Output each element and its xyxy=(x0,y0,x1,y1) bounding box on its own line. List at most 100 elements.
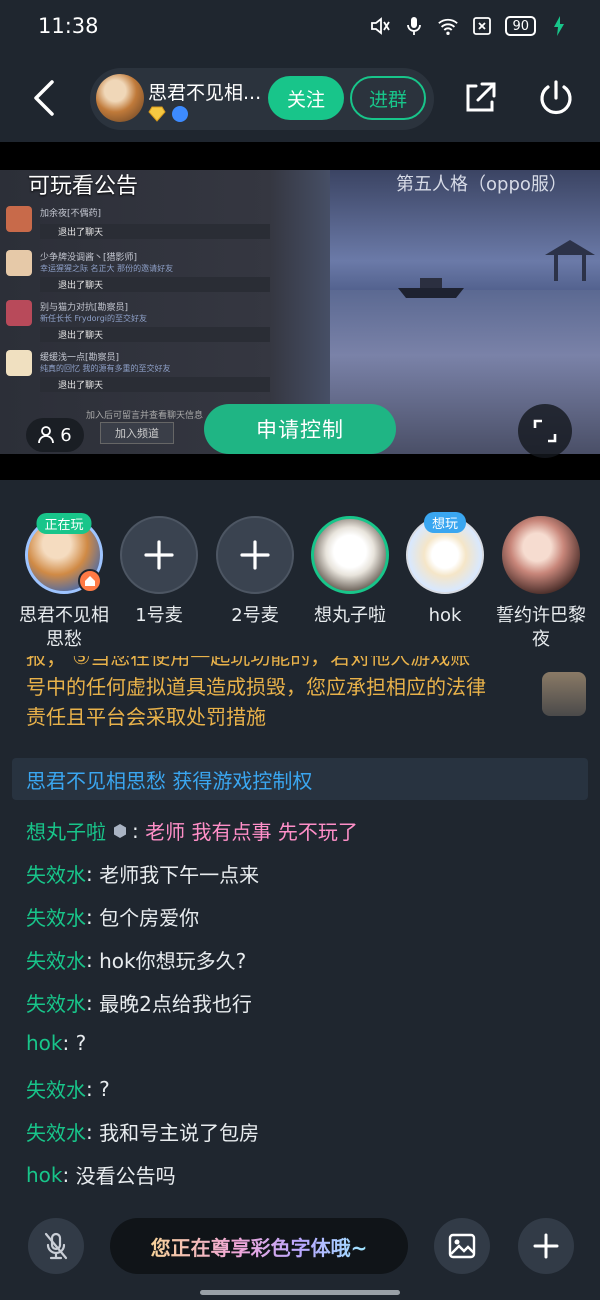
more-actions-button[interactable] xyxy=(518,1218,574,1274)
join-group-button[interactable]: 进群 xyxy=(350,76,426,120)
home-indicator[interactable] xyxy=(200,1290,400,1295)
message-text: ? xyxy=(75,1031,87,1055)
message-text: 老师 我有点事 先不玩了 xyxy=(145,820,358,844)
room-header: 思君不见相... 关注 进群 xyxy=(0,62,600,134)
mic-seats: 正在玩 思君不见相 思愁 1号麦 2号麦 想丸子啦 想玩 hok 誓约许巴黎 夜 xyxy=(0,512,600,662)
notice-line: 责任且平台会采取处罚措施 xyxy=(26,705,266,729)
chevron-left-icon xyxy=(34,80,54,116)
mute-icon xyxy=(369,16,391,36)
chat-input-placeholder: 您正在尊享彩色字体哦~ xyxy=(151,1232,368,1261)
message-text: 老师我下午一点来 xyxy=(99,863,260,887)
exit-notice: 退出了聊天 xyxy=(40,327,270,342)
chat-message: 想丸子啦 : 老师 我有点事 先不玩了 xyxy=(26,816,358,845)
message-text: 包个房爱你 xyxy=(99,906,200,930)
boat-icon xyxy=(398,278,464,298)
message-sender[interactable]: 失效水 xyxy=(26,988,86,1017)
player-avatar xyxy=(6,250,32,276)
exit-notice: 退出了聊天 xyxy=(40,377,270,392)
user-avatar[interactable] xyxy=(311,516,389,594)
chat-input[interactable]: 您正在尊享彩色字体哦~ xyxy=(110,1218,408,1274)
in-game-chat-entry: 加余夜[不偶药] 退出了聊天 xyxy=(6,206,326,250)
host-avatar[interactable]: 正在玩 xyxy=(25,513,103,594)
player-name: 少争牌没调酱丶[猎影师] xyxy=(40,253,138,263)
stream-title: 可玩看公告 xyxy=(28,174,139,199)
bottom-bar: 您正在尊享彩色字体哦~ xyxy=(0,1214,600,1278)
mic-seat-user[interactable]: 想丸子啦 xyxy=(300,512,400,628)
seat-label: 1号麦 xyxy=(135,605,183,626)
notice-line: 报； ⑤当您在使用一起玩功能的，若对他人游戏账 xyxy=(26,656,471,669)
chat-message: 失效水: ? xyxy=(26,1074,110,1103)
exit-room-button[interactable] xyxy=(536,78,576,118)
mic-toggle-button[interactable] xyxy=(28,1218,84,1274)
message-sender[interactable]: hok xyxy=(26,1163,63,1187)
message-sender[interactable]: 想丸子啦 xyxy=(26,816,106,845)
chat-message: 失效水: 最晚2点给我也行 xyxy=(26,988,252,1017)
join-channel-button[interactable]: 加入频道 xyxy=(100,422,174,444)
home-icon xyxy=(78,569,102,593)
player-avatar xyxy=(6,350,32,376)
mic-seat-1[interactable]: 1号麦 xyxy=(109,512,209,628)
request-control-button[interactable]: 申请控制 xyxy=(204,404,396,454)
status-icons: 90 xyxy=(369,16,570,36)
notice-line: 号中的任何虚拟道具造成损毁，您应承担相应的法律 xyxy=(26,675,486,699)
sim-icon xyxy=(471,16,493,36)
message-sender[interactable]: 失效水 xyxy=(26,902,86,931)
seat-label: 想丸子啦 xyxy=(314,605,386,626)
level-badge-icon xyxy=(114,823,126,838)
pavilion-icon xyxy=(545,240,595,281)
system-message: 思君不见相思愁 获得游戏控制权 xyxy=(12,758,588,800)
seat-label: 誓约许巴黎 夜 xyxy=(496,605,586,650)
player-name: 缓缓浅一点[勘察员] xyxy=(40,353,120,363)
message-sender[interactable]: 失效水 xyxy=(26,1117,86,1146)
player-avatar xyxy=(6,206,32,232)
in-game-chat-entry: 少争牌没调酱丶[猎影师] 幸运猩猩之际 名正大 那份的邀请好友 退出了聊天 xyxy=(6,250,326,294)
empty-seat[interactable] xyxy=(120,516,198,594)
player-avatar xyxy=(6,300,32,326)
chat-message: 失效水: 包个房爱你 xyxy=(26,902,199,931)
message-sender[interactable]: 失效水 xyxy=(26,859,86,888)
room-info-pill[interactable]: 思君不见相... 关注 进群 xyxy=(90,68,434,130)
chat-message: 失效水: 老师我下午一点来 xyxy=(26,859,259,888)
chat-message: hok: ? xyxy=(26,1031,87,1055)
mic-off-icon xyxy=(44,1232,68,1260)
send-image-button[interactable] xyxy=(434,1218,490,1274)
message-sender[interactable]: 失效水 xyxy=(26,1074,86,1103)
in-game-chat-entry: 缓缓浅一点[勘察员] 纯真的回忆 我的源有多重的至交好友 退出了聊天 xyxy=(6,350,326,394)
plus-icon xyxy=(533,1233,559,1259)
message-text: hok你想玩多久? xyxy=(99,949,247,973)
member-count[interactable]: 6 xyxy=(26,418,84,452)
follow-button[interactable]: 关注 xyxy=(268,76,344,120)
fullscreen-button[interactable] xyxy=(518,404,572,458)
want-play-tag: 想玩 xyxy=(423,512,467,533)
notice-message: 报； ⑤当您在使用一起玩功能的，若对他人游戏账 号中的任何虚拟道具造成损毁，您应… xyxy=(26,656,546,746)
playing-tag: 正在玩 xyxy=(36,513,92,534)
message-text: ? xyxy=(99,1076,110,1101)
mic-seat-host[interactable]: 正在玩 思君不见相 思愁 xyxy=(14,512,114,652)
battery-level: 90 xyxy=(512,18,529,34)
share-button[interactable] xyxy=(462,80,498,116)
message-sender[interactable]: hok xyxy=(26,1031,63,1055)
user-avatar[interactable]: 想玩 xyxy=(406,512,484,594)
chat-message: hok: 没看公告吗 xyxy=(26,1160,176,1189)
room-badges xyxy=(148,106,188,122)
image-icon xyxy=(448,1233,476,1259)
mic-seat-2[interactable]: 2号麦 xyxy=(205,512,305,628)
room-name: 思君不见相... xyxy=(148,82,262,104)
message-sender[interactable]: 失效水 xyxy=(26,945,86,974)
chat-message: 失效水: 我和号主说了包房 xyxy=(26,1117,259,1146)
notice-sender-avatar[interactable] xyxy=(542,672,586,716)
empty-seat[interactable] xyxy=(216,516,294,594)
person-icon xyxy=(38,426,55,444)
player-sub: 纯真的回忆 我的源有多重的至交好友 xyxy=(40,364,171,373)
mic-seat-user[interactable]: 想玩 hok xyxy=(395,512,495,628)
user-avatar[interactable] xyxy=(502,516,580,594)
room-owner-avatar[interactable] xyxy=(96,74,144,122)
notice-text: 报； ⑤当您在使用一起玩功能的，若对他人游戏账 号中的任何虚拟道具造成损毁，您应… xyxy=(26,656,486,732)
message-text: 我和号主说了包房 xyxy=(99,1121,260,1145)
power-icon xyxy=(540,80,572,115)
back-button[interactable] xyxy=(28,78,64,118)
mic-seat-user[interactable]: 誓约许巴黎 夜 xyxy=(491,512,591,652)
diamond-badge-icon xyxy=(148,106,166,122)
chat-area[interactable]: 报； ⑤当您在使用一起玩功能的，若对他人游戏账 号中的任何虚拟道具造成损毁，您应… xyxy=(0,656,600,1196)
game-stream[interactable]: 加余夜[不偶药] 退出了聊天 少争牌没调酱丶[猎影师] 幸运猩猩之际 名正大 那… xyxy=(0,142,600,480)
